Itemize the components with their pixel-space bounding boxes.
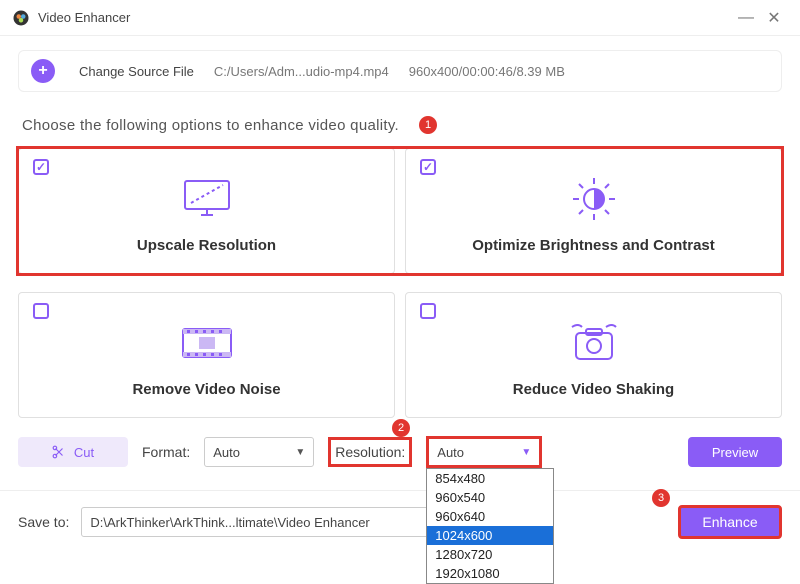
preview-button[interactable]: Preview (688, 437, 782, 467)
resolution-value: Auto (437, 445, 464, 460)
cut-label: Cut (74, 445, 94, 460)
brightness-icon (569, 175, 619, 223)
title-bar: Video Enhancer — ✕ (0, 0, 800, 36)
save-to-label: Save to: (18, 514, 69, 530)
option-label: Remove Video Noise (132, 381, 280, 398)
instruction-row: Choose the following options to enhance … (22, 116, 782, 134)
source-meta: 960x400/00:00:46/8.39 MB (409, 64, 565, 79)
option-label: Optimize Brightness and Contrast (472, 237, 715, 254)
window-title: Video Enhancer (38, 10, 130, 25)
camera-shake-icon (564, 319, 624, 367)
resolution-option[interactable]: 1024x600 (427, 526, 553, 545)
chevron-down-icon: ▼ (521, 447, 531, 458)
checkbox-shaking[interactable] (420, 303, 436, 319)
enhance-button[interactable]: Enhance (678, 505, 782, 539)
app-logo-icon (12, 9, 30, 27)
format-label: Format: (142, 444, 190, 460)
option-label: Upscale Resolution (137, 237, 276, 254)
resolution-option[interactable]: 854x480 (427, 469, 553, 488)
checkbox-brightness[interactable] (420, 159, 436, 175)
options-grid: Upscale Resolution Optimize Brightness a… (18, 148, 782, 418)
film-icon (177, 319, 237, 367)
app-window: Video Enhancer — ✕ + Change Source File … (0, 0, 800, 579)
close-button[interactable]: ✕ (760, 4, 788, 32)
scissors-icon (52, 445, 66, 459)
resolution-option[interactable]: 1920x1080 (427, 564, 553, 583)
source-path: C:/Users/Adm...udio-mp4.mp4 (214, 64, 389, 79)
preview-label: Preview (712, 445, 758, 460)
checkbox-noise[interactable] (33, 303, 49, 319)
resolution-dropdown: 854x480 960x540 960x640 1024x600 1280x72… (426, 468, 554, 584)
enhance-label: Enhance (702, 514, 757, 530)
add-source-button[interactable]: + (31, 59, 55, 83)
resolution-option[interactable]: 960x640 (427, 507, 553, 526)
option-remove-noise[interactable]: Remove Video Noise (18, 292, 395, 418)
step-badge-1: 1 (419, 116, 437, 134)
resolution-label: Resolution: (335, 444, 405, 460)
resolution-option[interactable]: 960x540 (427, 488, 553, 507)
step-badge-3: 3 (652, 489, 670, 507)
option-reduce-shaking[interactable]: Reduce Video Shaking (405, 292, 782, 418)
save-row: 3 Save to: D:\ArkThinker\ArkThink...ltim… (0, 491, 800, 553)
chevron-down-icon: ▼ (295, 447, 305, 458)
resolution-option[interactable]: 1280x720 (427, 545, 553, 564)
cut-button[interactable]: Cut (18, 437, 128, 467)
monitor-icon (179, 175, 235, 223)
toolbar: 2 Cut Format: Auto ▼ Resolution: Auto ▼ … (18, 436, 782, 468)
option-label: Reduce Video Shaking (513, 381, 674, 398)
instruction-text: Choose the following options to enhance … (22, 117, 399, 134)
change-source-link[interactable]: Change Source File (79, 64, 194, 79)
save-path-field[interactable]: D:\ArkThinker\ArkThink...ltimate\Video E… (81, 507, 461, 537)
annotation-highlight-2: Resolution: (328, 437, 412, 467)
checkbox-upscale[interactable] (33, 159, 49, 175)
save-path-value: D:\ArkThinker\ArkThink...ltimate\Video E… (90, 515, 369, 530)
option-brightness-contrast[interactable]: Optimize Brightness and Contrast (405, 148, 782, 274)
resolution-select[interactable]: Auto ▼ (426, 436, 542, 468)
source-header: + Change Source File C:/Users/Adm...udio… (18, 50, 782, 92)
format-select[interactable]: Auto ▼ (204, 437, 314, 467)
step-badge-2: 2 (392, 419, 410, 437)
option-upscale-resolution[interactable]: Upscale Resolution (18, 148, 395, 274)
minimize-button[interactable]: — (732, 4, 760, 32)
format-value: Auto (213, 445, 240, 460)
